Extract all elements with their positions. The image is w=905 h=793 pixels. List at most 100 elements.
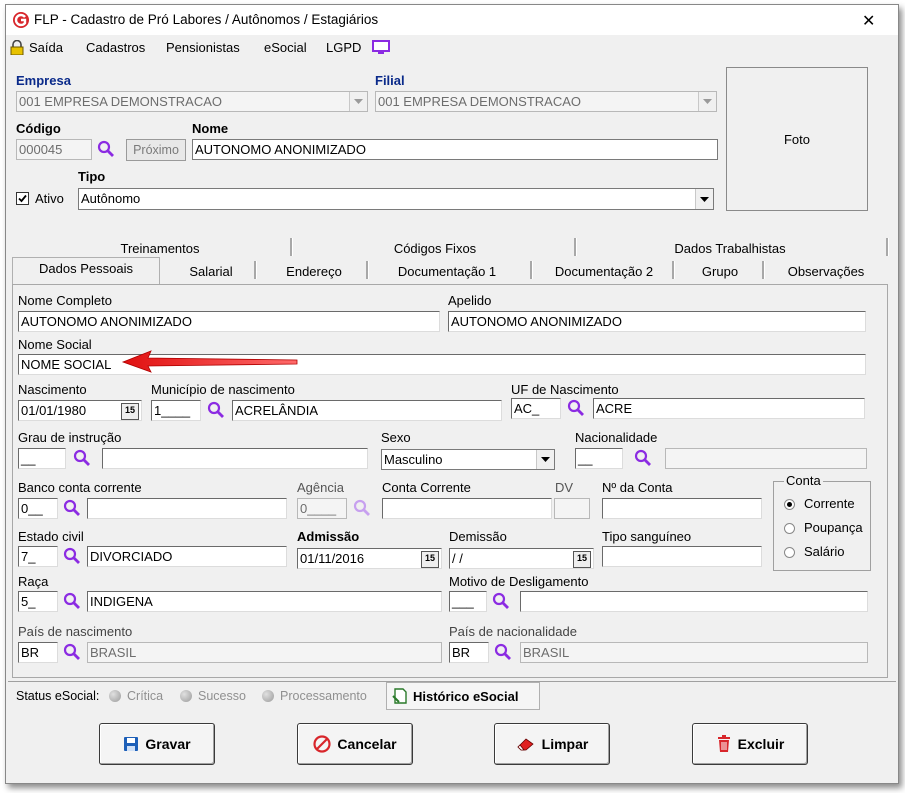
search-icon[interactable] [493, 642, 513, 662]
chevron-down-icon[interactable] [698, 92, 716, 111]
agencia-code-input[interactable]: 0____ [297, 498, 347, 519]
menu-lgpd[interactable]: LGPD [326, 40, 361, 55]
estado-civil-label: Estado civil [18, 529, 84, 544]
pais-nascimento-input[interactable]: BRASIL [87, 642, 442, 663]
pais-nacionalidade-code-input[interactable]: BR [449, 642, 489, 663]
excluir-label: Excluir [737, 736, 785, 752]
radio-poupanca[interactable] [784, 523, 795, 534]
estado-civil-code-input[interactable]: 7_ [18, 546, 58, 567]
tab-codigos-fixos[interactable]: Códigos Fixos [300, 241, 570, 256]
title-bar: FLP - Cadastro de Pró Labores / Autônomo… [6, 5, 898, 35]
radio-salario[interactable] [784, 547, 795, 558]
admissao-input[interactable]: 01/11/2016 15 [297, 548, 442, 569]
nome-input[interactable]: AUTONOMO ANONIMIZADO [192, 139, 718, 160]
nacionalidade-code-input[interactable]: __ [575, 448, 623, 469]
grau-instrucao-input[interactable] [102, 448, 368, 469]
raca-code-input[interactable]: 5_ [18, 591, 58, 612]
apelido-input[interactable]: AUTONOMO ANONIMIZADO [448, 311, 866, 332]
app-logo-icon [12, 11, 30, 29]
admissao-label: Admissão [297, 529, 360, 544]
chevron-down-icon[interactable] [536, 450, 554, 469]
search-icon[interactable] [491, 591, 511, 611]
tab-treinamentos[interactable]: Treinamentos [50, 241, 270, 256]
radio-corrente-label: Corrente [804, 496, 855, 511]
tipo-sanguineo-input[interactable] [602, 546, 762, 567]
menu-pensionistas[interactable]: Pensionistas [166, 40, 240, 55]
search-icon[interactable] [62, 591, 82, 611]
calendar-icon[interactable]: 15 [573, 551, 591, 568]
menu-bar: Saída Cadastros Pensionistas eSocial LGP… [6, 35, 898, 59]
demissao-label: Demissão [449, 529, 507, 544]
estado-civil-input[interactable]: DIVORCIADO [87, 546, 287, 567]
tab-dados-pessoais[interactable]: Dados Pessoais [14, 261, 158, 276]
tab-dados-trabalhistas[interactable]: Dados Trabalhistas [580, 241, 880, 256]
search-icon[interactable] [62, 546, 82, 566]
status-esocial-label: Status eSocial: [16, 689, 100, 703]
grau-instrucao-code-input[interactable]: __ [18, 448, 66, 469]
motivo-input[interactable] [520, 591, 868, 612]
empresa-select[interactable]: 001 EMPRESA DEMONSTRACAO [16, 91, 368, 112]
municipio-input[interactable]: ACRELÂNDIA [232, 400, 502, 421]
excluir-button[interactable]: Excluir [692, 723, 808, 765]
uf-input[interactable]: ACRE [593, 398, 865, 419]
radio-corrente[interactable] [784, 499, 795, 510]
filial-select[interactable]: 001 EMPRESA DEMONSTRACAO [375, 91, 717, 112]
monitor-icon[interactable] [372, 40, 390, 55]
tab-separator [574, 238, 577, 256]
ativo-checkbox[interactable] [16, 192, 29, 205]
status-sucesso: Sucesso [198, 689, 246, 703]
nome-completo-input[interactable]: AUTONOMO ANONIMIZADO [18, 311, 440, 332]
pais-nascimento-code-input[interactable]: BR [18, 642, 58, 663]
tab-observacoes[interactable]: Observações [770, 264, 882, 279]
nacionalidade-input[interactable] [665, 448, 867, 469]
conta-corrente-input[interactable] [382, 498, 552, 519]
tab-endereco[interactable]: Endereço [262, 264, 366, 279]
menu-cadastros[interactable]: Cadastros [86, 40, 145, 55]
banco-input[interactable] [87, 498, 287, 519]
search-icon[interactable] [72, 448, 92, 468]
proximo-button[interactable]: Próximo [126, 139, 186, 161]
search-icon[interactable] [62, 498, 82, 518]
search-icon[interactable] [96, 139, 116, 159]
limpar-button[interactable]: Limpar [494, 723, 610, 765]
status-led-icon [262, 690, 274, 702]
search-icon[interactable] [566, 398, 586, 418]
chevron-down-icon[interactable] [695, 189, 713, 209]
municipio-code-input[interactable]: 1____ [151, 400, 201, 421]
photo-frame[interactable]: Foto [726, 67, 868, 211]
uf-code-input[interactable]: AC_ [511, 398, 561, 419]
tab-grupo[interactable]: Grupo [678, 264, 762, 279]
search-icon[interactable] [206, 400, 226, 420]
nascimento-label: Nascimento [18, 382, 87, 397]
codigo-input[interactable]: 000045 [16, 139, 92, 160]
search-icon[interactable] [62, 642, 82, 662]
menu-saida[interactable]: Saída [29, 40, 63, 55]
sexo-value: Masculino [384, 452, 443, 467]
raca-input[interactable]: INDIGENA [87, 591, 442, 612]
close-icon[interactable]: ✕ [862, 11, 875, 31]
tab-strip: Treinamentos Códigos Fixos Dados Trabalh… [10, 235, 890, 285]
gravar-button[interactable]: Gravar [99, 723, 215, 765]
tipo-sanguineo-label: Tipo sanguíneo [602, 529, 692, 544]
tab-documentacao-1[interactable]: Documentação 1 [372, 264, 522, 279]
tipo-select[interactable]: Autônomo [78, 188, 714, 210]
tab-salarial[interactable]: Salarial [166, 264, 256, 279]
status-critica: Crítica [127, 689, 164, 703]
chevron-down-icon[interactable] [349, 92, 367, 111]
calendar-icon[interactable]: 15 [121, 403, 139, 420]
search-icon[interactable] [352, 498, 372, 518]
nascimento-input[interactable]: 01/01/1980 15 [18, 400, 142, 421]
dv-input[interactable] [554, 498, 590, 519]
banco-code-input[interactable]: 0__ [18, 498, 58, 519]
search-icon[interactable] [633, 448, 653, 468]
sexo-select[interactable]: Masculino [381, 449, 555, 470]
demissao-input[interactable]: / / 15 [449, 548, 594, 569]
cancelar-button[interactable]: Cancelar [297, 723, 413, 765]
historico-esocial-button[interactable]: Histórico eSocial [386, 682, 540, 710]
pais-nacionalidade-input[interactable]: BRASIL [520, 642, 868, 663]
menu-esocial[interactable]: eSocial [264, 40, 307, 55]
motivo-code-input[interactable]: ___ [449, 591, 487, 612]
tab-documentacao-2[interactable]: Documentação 2 [534, 264, 674, 279]
numero-conta-input[interactable] [602, 498, 762, 519]
calendar-icon[interactable]: 15 [421, 551, 439, 568]
